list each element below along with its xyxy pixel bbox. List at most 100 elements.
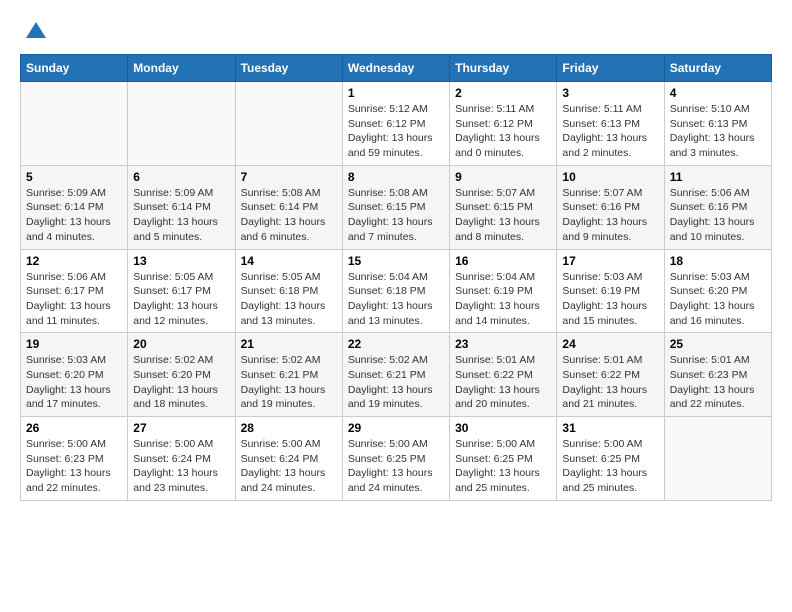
calendar-week-3: 12 Sunrise: 5:06 AM Sunset: 6:17 PM Dayli… [21,249,772,333]
day-number: 22 [348,337,444,351]
calendar-cell: 3 Sunrise: 5:11 AM Sunset: 6:13 PM Daylig… [557,82,664,166]
day-number: 23 [455,337,551,351]
day-info: Sunrise: 5:08 AM Sunset: 6:14 PM Dayligh… [241,186,337,245]
calendar-cell: 20 Sunrise: 5:02 AM Sunset: 6:20 PM Dayli… [128,333,235,417]
day-info: Sunrise: 5:09 AM Sunset: 6:14 PM Dayligh… [133,186,229,245]
logo [20,20,48,44]
day-info: Sunrise: 5:02 AM Sunset: 6:20 PM Dayligh… [133,353,229,412]
day-number: 28 [241,421,337,435]
calendar-cell: 28 Sunrise: 5:00 AM Sunset: 6:24 PM Dayli… [235,417,342,501]
calendar-cell: 12 Sunrise: 5:06 AM Sunset: 6:17 PM Dayli… [21,249,128,333]
day-info: Sunrise: 5:01 AM Sunset: 6:22 PM Dayligh… [455,353,551,412]
day-number: 11 [670,170,766,184]
day-number: 5 [26,170,122,184]
day-number: 19 [26,337,122,351]
day-number: 29 [348,421,444,435]
day-info: Sunrise: 5:09 AM Sunset: 6:14 PM Dayligh… [26,186,122,245]
day-info: Sunrise: 5:02 AM Sunset: 6:21 PM Dayligh… [241,353,337,412]
page-header [20,20,772,44]
calendar-cell: 7 Sunrise: 5:08 AM Sunset: 6:14 PM Daylig… [235,165,342,249]
day-number: 18 [670,254,766,268]
calendar-cell [664,417,771,501]
calendar-header-row: SundayMondayTuesdayWednesdayThursdayFrid… [21,55,772,82]
calendar-cell: 21 Sunrise: 5:02 AM Sunset: 6:21 PM Dayli… [235,333,342,417]
day-number: 3 [562,86,658,100]
calendar-cell: 15 Sunrise: 5:04 AM Sunset: 6:18 PM Dayli… [342,249,449,333]
calendar-cell: 18 Sunrise: 5:03 AM Sunset: 6:20 PM Dayli… [664,249,771,333]
day-number: 7 [241,170,337,184]
day-number: 20 [133,337,229,351]
day-info: Sunrise: 5:06 AM Sunset: 6:17 PM Dayligh… [26,270,122,329]
calendar-header-friday: Friday [557,55,664,82]
day-number: 13 [133,254,229,268]
calendar-cell: 29 Sunrise: 5:00 AM Sunset: 6:25 PM Dayli… [342,417,449,501]
day-info: Sunrise: 5:07 AM Sunset: 6:16 PM Dayligh… [562,186,658,245]
calendar-header-thursday: Thursday [450,55,557,82]
calendar-cell [128,82,235,166]
day-info: Sunrise: 5:00 AM Sunset: 6:25 PM Dayligh… [348,437,444,496]
day-number: 16 [455,254,551,268]
day-number: 31 [562,421,658,435]
day-number: 12 [26,254,122,268]
day-info: Sunrise: 5:05 AM Sunset: 6:17 PM Dayligh… [133,270,229,329]
calendar-cell: 11 Sunrise: 5:06 AM Sunset: 6:16 PM Dayli… [664,165,771,249]
day-number: 27 [133,421,229,435]
day-number: 6 [133,170,229,184]
day-number: 21 [241,337,337,351]
day-info: Sunrise: 5:00 AM Sunset: 6:24 PM Dayligh… [133,437,229,496]
calendar-cell: 22Sunrise: 5:02 AM Sunset: 6:21 PM Dayli… [342,333,449,417]
calendar-cell: 19 Sunrise: 5:03 AM Sunset: 6:20 PM Dayli… [21,333,128,417]
calendar-cell: 24 Sunrise: 5:01 AM Sunset: 6:22 PM Dayli… [557,333,664,417]
calendar-body: 1Sunrise: 5:12 AM Sunset: 6:12 PM Daylig… [21,82,772,501]
calendar-cell: 1Sunrise: 5:12 AM Sunset: 6:12 PM Daylig… [342,82,449,166]
calendar-header-sunday: Sunday [21,55,128,82]
day-info: Sunrise: 5:03 AM Sunset: 6:20 PM Dayligh… [26,353,122,412]
day-number: 2 [455,86,551,100]
calendar-cell: 26Sunrise: 5:00 AM Sunset: 6:23 PM Dayli… [21,417,128,501]
day-number: 15 [348,254,444,268]
day-info: Sunrise: 5:11 AM Sunset: 6:13 PM Dayligh… [562,102,658,161]
day-number: 30 [455,421,551,435]
day-number: 25 [670,337,766,351]
calendar-week-4: 19 Sunrise: 5:03 AM Sunset: 6:20 PM Dayli… [21,333,772,417]
day-info: Sunrise: 5:11 AM Sunset: 6:12 PM Dayligh… [455,102,551,161]
day-info: Sunrise: 5:00 AM Sunset: 6:25 PM Dayligh… [455,437,551,496]
calendar-cell: 17Sunrise: 5:03 AM Sunset: 6:19 PM Dayli… [557,249,664,333]
day-info: Sunrise: 5:00 AM Sunset: 6:24 PM Dayligh… [241,437,337,496]
calendar-week-5: 26Sunrise: 5:00 AM Sunset: 6:23 PM Dayli… [21,417,772,501]
day-number: 1 [348,86,444,100]
day-info: Sunrise: 5:08 AM Sunset: 6:15 PM Dayligh… [348,186,444,245]
day-info: Sunrise: 5:01 AM Sunset: 6:23 PM Dayligh… [670,353,766,412]
calendar-cell: 10 Sunrise: 5:07 AM Sunset: 6:16 PM Dayli… [557,165,664,249]
calendar-cell: 9Sunrise: 5:07 AM Sunset: 6:15 PM Daylig… [450,165,557,249]
day-number: 10 [562,170,658,184]
day-number: 14 [241,254,337,268]
calendar-cell: 2 Sunrise: 5:11 AM Sunset: 6:12 PM Daylig… [450,82,557,166]
calendar-week-2: 5 Sunrise: 5:09 AM Sunset: 6:14 PM Daylig… [21,165,772,249]
calendar-header-wednesday: Wednesday [342,55,449,82]
day-info: Sunrise: 5:00 AM Sunset: 6:23 PM Dayligh… [26,437,122,496]
day-number: 24 [562,337,658,351]
calendar-header-saturday: Saturday [664,55,771,82]
calendar-cell: 13 Sunrise: 5:05 AM Sunset: 6:17 PM Dayli… [128,249,235,333]
day-info: Sunrise: 5:01 AM Sunset: 6:22 PM Dayligh… [562,353,658,412]
day-info: Sunrise: 5:03 AM Sunset: 6:20 PM Dayligh… [670,270,766,329]
calendar-cell: 8 Sunrise: 5:08 AM Sunset: 6:15 PM Daylig… [342,165,449,249]
calendar-cell: 6 Sunrise: 5:09 AM Sunset: 6:14 PM Daylig… [128,165,235,249]
calendar-cell: 23 Sunrise: 5:01 AM Sunset: 6:22 PM Dayli… [450,333,557,417]
day-number: 8 [348,170,444,184]
calendar-cell [21,82,128,166]
day-info: Sunrise: 5:10 AM Sunset: 6:13 PM Dayligh… [670,102,766,161]
day-info: Sunrise: 5:04 AM Sunset: 6:18 PM Dayligh… [348,270,444,329]
calendar-week-1: 1Sunrise: 5:12 AM Sunset: 6:12 PM Daylig… [21,82,772,166]
calendar-cell [235,82,342,166]
day-number: 4 [670,86,766,100]
day-info: Sunrise: 5:07 AM Sunset: 6:15 PM Dayligh… [455,186,551,245]
calendar-cell: 31Sunrise: 5:00 AM Sunset: 6:25 PM Dayli… [557,417,664,501]
calendar-cell: 25 Sunrise: 5:01 AM Sunset: 6:23 PM Dayli… [664,333,771,417]
day-number: 17 [562,254,658,268]
day-info: Sunrise: 5:06 AM Sunset: 6:16 PM Dayligh… [670,186,766,245]
calendar-cell: 27 Sunrise: 5:00 AM Sunset: 6:24 PM Dayli… [128,417,235,501]
calendar-header-tuesday: Tuesday [235,55,342,82]
day-info: Sunrise: 5:04 AM Sunset: 6:19 PM Dayligh… [455,270,551,329]
